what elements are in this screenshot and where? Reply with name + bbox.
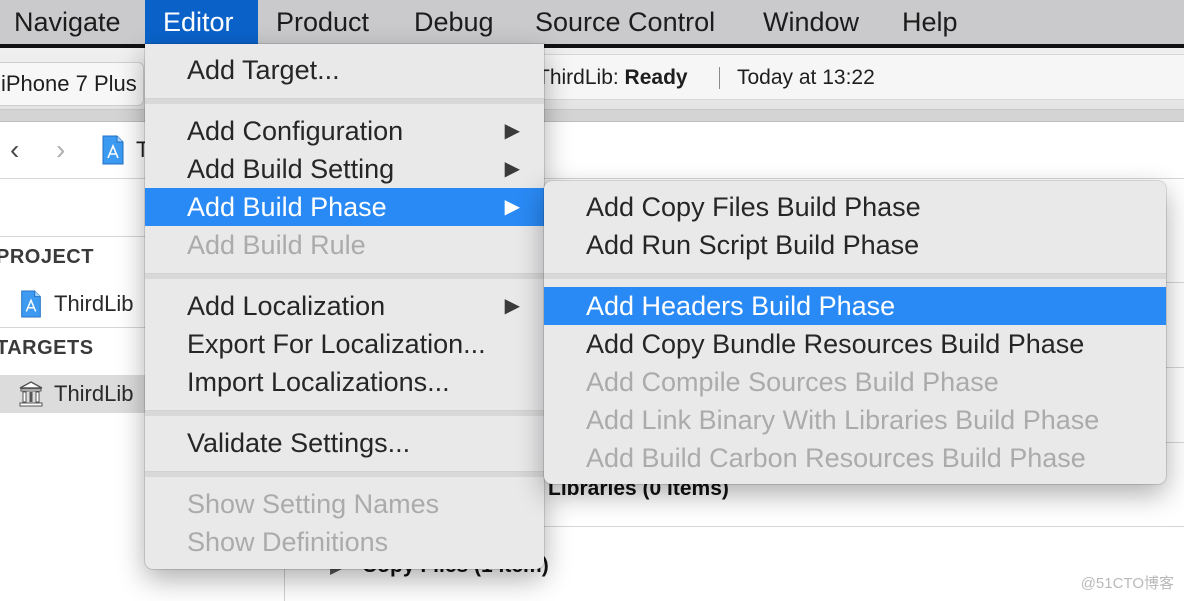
build-status: ThirdLib: Ready <box>537 55 688 101</box>
menu-item-import-localizations[interactable]: Import Localizations... <box>145 363 544 401</box>
menu-bar: Navigate Editor Product Debug Source Con… <box>0 0 1184 44</box>
menu-separator <box>145 471 544 477</box>
menu-item-label: Add Build Setting <box>187 154 395 184</box>
submenu-item-copy-files[interactable]: Add Copy Files Build Phase <box>544 188 1166 226</box>
submenu-item-run-script[interactable]: Add Run Script Build Phase <box>544 226 1166 264</box>
menu-item-label: Add Localization <box>187 291 386 321</box>
status-state: Ready <box>624 66 688 89</box>
menu-item-add-target[interactable]: Add Target... <box>145 51 544 89</box>
menu-debug[interactable]: Debug <box>414 0 494 44</box>
menu-item-label: Export For Localization... <box>187 329 486 359</box>
menu-help[interactable]: Help <box>902 0 958 44</box>
menu-item-label: Add Link Binary With Libraries Build Pha… <box>586 405 1100 435</box>
menu-separator <box>145 410 544 416</box>
watermark: @51CTO博客 <box>1080 575 1174 592</box>
menu-item-add-localization[interactable]: Add Localization ▶ <box>145 287 544 325</box>
menu-separator <box>145 98 544 104</box>
menu-item-label: Show Definitions <box>187 527 389 557</box>
menu-item-export-localization[interactable]: Export For Localization... <box>145 325 544 363</box>
add-build-phase-submenu: Add Copy Files Build Phase Add Run Scrip… <box>544 181 1166 484</box>
targets-header: TARGETS <box>0 337 94 359</box>
project-header: PROJECT <box>0 246 94 268</box>
menu-item-label: Add Headers Build Phase <box>586 291 896 321</box>
status-separator <box>719 67 720 89</box>
menu-item-label: Add Build Rule <box>187 230 366 260</box>
menu-item-label: Add Copy Files Build Phase <box>586 192 921 222</box>
menu-editor[interactable]: Editor <box>145 0 258 44</box>
submenu-item-copy-bundle-resources[interactable]: Add Copy Bundle Resources Build Phase <box>544 325 1166 363</box>
menu-item-show-setting-names: Show Setting Names <box>145 485 544 523</box>
status-target: ThirdLib: <box>537 66 619 89</box>
menu-item-label: Add Build Carbon Resources Build Phase <box>586 443 1086 473</box>
menu-item-show-definitions: Show Definitions <box>145 523 544 561</box>
framework-target-icon <box>19 381 43 407</box>
menu-product[interactable]: Product <box>276 0 369 44</box>
submenu-arrow-icon: ▶ <box>504 158 520 180</box>
target-item-label: ThirdLib <box>54 381 134 406</box>
menu-item-label: Add Build Phase <box>187 192 387 222</box>
menu-separator <box>145 273 544 279</box>
menu-item-label: Import Localizations... <box>187 367 450 397</box>
scheme-destination-button[interactable]: iPhone 7 Plus <box>0 62 144 106</box>
submenu-arrow-icon: ▶ <box>504 295 520 317</box>
menu-item-label: Show Setting Names <box>187 489 440 519</box>
chevron-right-icon[interactable]: › <box>56 135 65 165</box>
menu-window[interactable]: Window <box>763 0 859 44</box>
menu-item-label: Validate Settings... <box>187 428 411 458</box>
submenu-item-build-carbon-resources: Add Build Carbon Resources Build Phase <box>544 439 1166 477</box>
menu-item-label: Add Run Script Build Phase <box>586 230 920 260</box>
project-item-label: ThirdLib <box>54 291 134 316</box>
menu-item-validate-settings[interactable]: Validate Settings... <box>145 424 544 462</box>
menu-item-add-configuration[interactable]: Add Configuration ▶ <box>145 112 544 150</box>
xcode-project-icon <box>21 290 41 318</box>
menu-item-add-build-setting[interactable]: Add Build Setting ▶ <box>145 150 544 188</box>
submenu-item-link-binary: Add Link Binary With Libraries Build Pha… <box>544 401 1166 439</box>
menu-item-label: Add Compile Sources Build Phase <box>586 367 999 397</box>
submenu-item-compile-sources: Add Compile Sources Build Phase <box>544 363 1166 401</box>
menu-separator <box>544 273 1166 279</box>
xcode-project-icon[interactable] <box>102 135 124 165</box>
menu-item-label: Add Target... <box>187 55 340 85</box>
menu-item-add-build-rule: Add Build Rule <box>145 226 544 264</box>
editor-menu: Add Target... Add Configuration ▶ Add Bu… <box>145 44 544 569</box>
status-time: Today at 13:22 <box>737 66 875 89</box>
menu-navigate[interactable]: Navigate <box>14 0 121 44</box>
menu-source-control[interactable]: Source Control <box>535 0 715 44</box>
chevron-left-icon[interactable]: ‹ <box>10 135 19 165</box>
menu-item-label: Add Copy Bundle Resources Build Phase <box>586 329 1085 359</box>
submenu-arrow-icon: ▶ <box>504 196 520 218</box>
activity-viewer: ThirdLib: Ready Today at 13:22 <box>520 54 1184 100</box>
menu-item-add-build-phase[interactable]: Add Build Phase ▶ <box>145 188 544 226</box>
menu-item-label: Add Configuration <box>187 116 404 146</box>
submenu-item-headers[interactable]: Add Headers Build Phase <box>544 287 1166 325</box>
submenu-arrow-icon: ▶ <box>504 120 520 142</box>
